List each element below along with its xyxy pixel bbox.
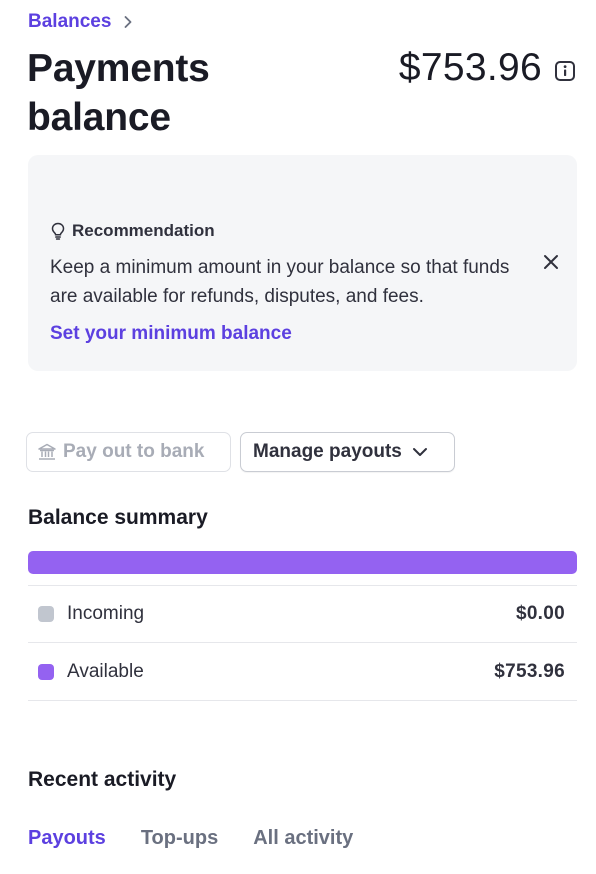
- close-icon[interactable]: [542, 253, 560, 271]
- divider: [28, 700, 577, 701]
- recommendation-title: Recommendation: [72, 221, 215, 240]
- pay-out-to-bank-button[interactable]: Pay out to bank: [26, 432, 231, 472]
- manage-payouts-button[interactable]: Manage payouts: [240, 432, 455, 472]
- summary-row-incoming: Incoming $0.00: [28, 585, 577, 643]
- row-value: $753.96: [494, 661, 565, 682]
- row-label: Available: [67, 661, 144, 682]
- balance-summary-title: Balance summary: [28, 506, 208, 529]
- row-label: Incoming: [67, 603, 145, 624]
- row-value: $0.00: [515, 603, 565, 624]
- pay-out-label: Pay out to bank: [63, 441, 205, 462]
- summary-row-available: Available $753.96: [28, 643, 577, 701]
- tab-all-activity[interactable]: All activity: [253, 827, 353, 850]
- chevron-right-icon: [125, 16, 132, 28]
- available-dot: [38, 664, 54, 680]
- recent-activity-title: Recent activity: [28, 768, 177, 791]
- manage-payouts-label: Manage payouts: [253, 441, 402, 462]
- info-icon[interactable]: [554, 60, 576, 82]
- lightbulb-icon: [51, 222, 65, 240]
- activity-tabs: Payouts Top-ups All activity: [28, 827, 353, 850]
- tab-payouts[interactable]: Payouts: [28, 827, 106, 850]
- recommendation-header: Recommendation: [50, 221, 215, 241]
- chevron-down-icon: [412, 448, 427, 456]
- balance-summary-bar: [28, 551, 577, 574]
- set-minimum-balance-link[interactable]: Set your minimum balance: [50, 323, 292, 345]
- breadcrumb-balances-link[interactable]: Balances: [28, 11, 111, 33]
- bank-icon: [38, 443, 56, 460]
- page-title: Payments balance: [27, 47, 210, 139]
- incoming-dot: [38, 606, 54, 622]
- tab-top-ups[interactable]: Top-ups: [141, 827, 218, 850]
- breadcrumb: Balances: [28, 11, 133, 33]
- recommendation-body: Keep a minimum amount in your balance so…: [50, 257, 510, 307]
- recommendation-card: Recommendation Keep a minimum amount in …: [28, 155, 577, 371]
- balance-amount: $753.96: [398, 46, 542, 89]
